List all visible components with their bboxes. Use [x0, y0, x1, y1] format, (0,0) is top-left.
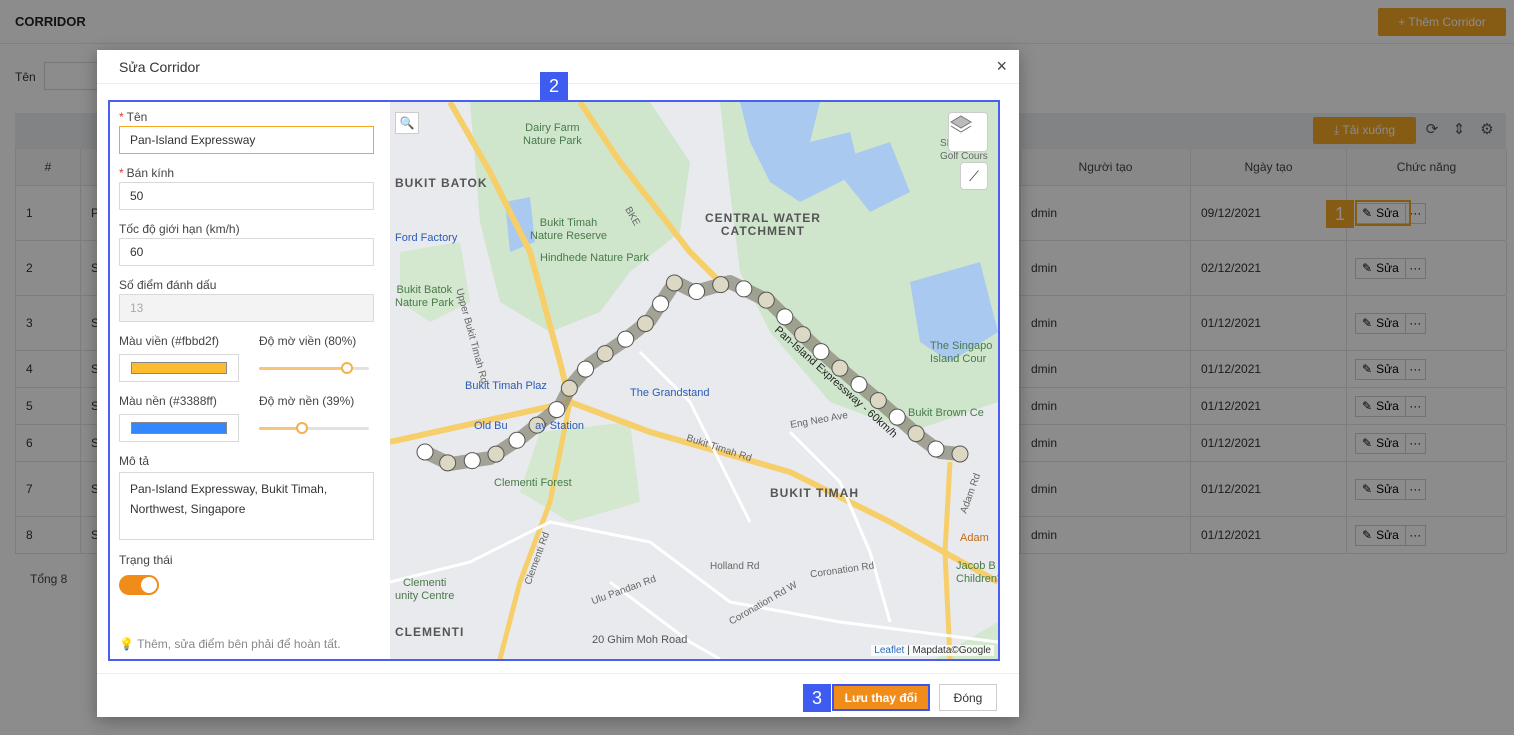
corridor-form: *Tên *Bán kính Tốc độ giới hạn (km/h) Số… — [110, 102, 390, 659]
map-view[interactable]: Dairy Farm Nature Park SICC H Golf Cours… — [390, 102, 998, 659]
description-label: Mô tả — [119, 454, 150, 468]
corridor-marker[interactable] — [688, 283, 706, 301]
close-icon[interactable]: × — [996, 56, 1007, 77]
border-color-row: Màu viền (#fbbd2f) Độ mờ viền (80%) — [119, 332, 382, 382]
map-label-singapore-island: The Singapo Island Cour — [930, 340, 993, 365]
map-layers-icon[interactable] — [948, 112, 988, 152]
corridor-marker[interactable] — [636, 315, 654, 333]
status-label: Trạng thái — [119, 553, 173, 567]
map-label-ghim-moh: 20 Ghim Moh Road — [592, 634, 688, 646]
name-label: * Tên — [119, 110, 148, 124]
border-color-picker[interactable] — [119, 354, 239, 382]
corridor-marker[interactable] — [712, 276, 730, 294]
fill-opacity-handle[interactable] — [295, 422, 308, 434]
name-input[interactable] — [119, 126, 374, 154]
map-draw-line-icon[interactable]: ⟋ — [960, 162, 988, 190]
radius-input[interactable] — [119, 182, 374, 210]
modal-footer: 3 Lưu thay đổi Đóng — [97, 673, 1019, 717]
description-textarea[interactable] — [119, 472, 374, 540]
status-toggle[interactable] — [119, 575, 159, 595]
corridor-marker[interactable] — [776, 308, 794, 326]
fill-opacity-slider[interactable] — [259, 414, 369, 442]
map-label-clementi-centre: Clementi unity Centre — [395, 577, 455, 602]
road-holland: Holland Rd — [710, 561, 760, 572]
map-label-old-bukit-station: Old Bu ay Station — [474, 420, 585, 432]
points-input — [119, 294, 374, 322]
map-label-clementi-forest: Clementi Forest — [494, 477, 572, 489]
map-label-grandstand: The Grandstand — [630, 387, 710, 399]
form-map-frame: *Tên *Bán kính Tốc độ giới hạn (km/h) Số… — [108, 100, 1000, 661]
corridor-marker[interactable] — [463, 452, 481, 470]
map-label-dairy-farm: Dairy Farm Nature Park — [523, 122, 582, 147]
border-opacity-label: Độ mờ viền (80%) — [259, 334, 357, 348]
border-opacity-handle[interactable] — [341, 362, 353, 374]
map-label-bukit-batok-park: Bukit Batok Nature Park — [395, 284, 454, 309]
corridor-marker[interactable] — [951, 445, 969, 463]
map-label-bukit-batok: BUKIT BATOK — [395, 176, 488, 190]
corridor-marker[interactable] — [487, 445, 505, 463]
corridor-marker[interactable] — [927, 440, 945, 458]
corridor-marker[interactable] — [508, 431, 526, 449]
layers-icon-glyph — [950, 115, 972, 133]
corridor-marker[interactable] — [652, 295, 670, 313]
step-2-badge: 2 — [540, 72, 568, 100]
map-label-bukit-timah-area: BUKIT TIMAH — [770, 486, 859, 500]
map-label-central-water: CENTRAL WATER CATCHMENT — [705, 211, 821, 238]
fill-color-label: Màu nền (#3388ff) — [119, 394, 217, 408]
corridor-marker[interactable] — [907, 425, 925, 443]
border-color-swatch — [131, 362, 227, 374]
border-opacity-slider[interactable] — [259, 354, 369, 382]
map-attribution: Leaflet | Mapdata©Google — [871, 645, 994, 656]
map-label-clementi-area: CLEMENTI — [395, 625, 465, 639]
corridor-marker[interactable] — [577, 360, 595, 378]
step-3-badge: 3 — [803, 684, 831, 712]
speed-label: Tốc độ giới hạn (km/h) — [119, 222, 240, 236]
map-label-hindhede: Hindhede Nature Park — [540, 252, 649, 264]
points-label: Số điểm đánh dấu — [119, 278, 217, 292]
map-label-bukit-brown: Bukit Brown Ce — [908, 407, 984, 419]
close-button[interactable]: Đóng — [939, 684, 997, 711]
map-search-icon[interactable]: 🔍 — [395, 112, 419, 134]
modal-title: Sửa Corridor — [119, 59, 200, 75]
corridor-marker[interactable] — [596, 345, 614, 363]
edit-corridor-modal: Sửa Corridor × *Tên *Bán kính Tốc độ giớ… — [97, 50, 1019, 717]
corridor-marker[interactable] — [665, 274, 683, 292]
corridor-marker[interactable] — [757, 291, 775, 309]
border-color-label: Màu viền (#fbbd2f) — [119, 334, 220, 348]
fill-color-row: Màu nền (#3388ff) Độ mờ nền (39%) — [119, 392, 382, 442]
map-label-ford-factory: Ford Factory — [395, 232, 458, 244]
map-label-bukit-timah-reserve: Bukit Timah Nature Reserve — [530, 217, 608, 242]
corridor-marker[interactable] — [439, 454, 457, 472]
corridor-marker[interactable] — [416, 443, 434, 461]
corridor-marker[interactable] — [869, 392, 887, 410]
form-hint: 💡 Thêm, sửa điểm bên phải để hoàn tất. — [119, 637, 341, 651]
leaflet-link[interactable]: Leaflet — [874, 645, 904, 656]
radius-label: * Bán kính — [119, 166, 175, 180]
fill-color-picker[interactable] — [119, 414, 239, 442]
corridor-marker[interactable] — [560, 379, 578, 397]
save-changes-button[interactable]: Lưu thay đổi — [832, 684, 930, 711]
corridor-marker[interactable] — [617, 330, 635, 348]
corridor-marker[interactable] — [888, 408, 906, 426]
corridor-marker[interactable] — [548, 401, 566, 419]
corridor-marker[interactable] — [735, 280, 753, 298]
map-label-jacob: Jacob B Children's — [956, 560, 998, 585]
fill-opacity-label: Độ mờ nền (39%) — [259, 394, 355, 408]
map-label-adam: Adam — [960, 532, 989, 544]
fill-color-swatch — [131, 422, 227, 434]
speed-input[interactable] — [119, 238, 374, 266]
